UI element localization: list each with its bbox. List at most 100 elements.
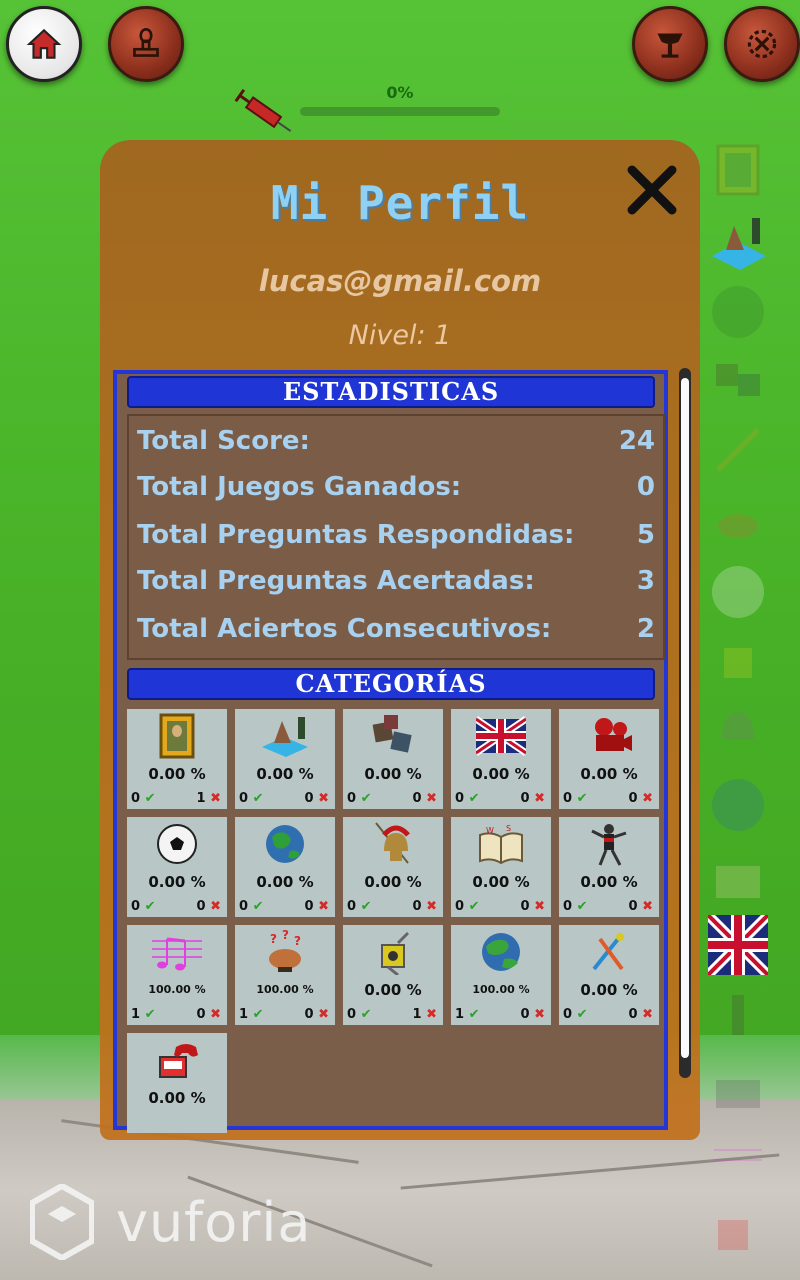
check-icon: ✔ <box>360 899 372 914</box>
category-cell[interactable]: 0.00 % <box>127 1033 227 1133</box>
svg-text:W: W <box>486 826 494 835</box>
side-book-icon[interactable] <box>708 850 768 910</box>
category-cell[interactable]: 0.00 % 0 ✔ 1 ✖ <box>343 925 443 1025</box>
stat-questions-answered: Total Preguntas Respondidas: 5 <box>137 520 655 550</box>
category-wrong-count: 1 ✖ <box>412 1007 437 1022</box>
side-dancer-icon[interactable] <box>708 985 768 1045</box>
check-icon: ✔ <box>144 899 156 914</box>
scrollbar[interactable] <box>679 368 691 1078</box>
side-painting-icon[interactable] <box>708 140 768 200</box>
user-email: lucas@gmail.com <box>258 264 542 298</box>
stamp-button[interactable] <box>108 6 184 82</box>
category-wrong-count: 0 ✖ <box>628 899 653 914</box>
category-correct-count: 1 ✔ <box>131 1007 156 1022</box>
category-cell[interactable]: 0.00 % 0 ✔ 0 ✖ <box>343 817 443 917</box>
profile-content[interactable]: ESTADISTICAS Total Score: 24 Total Juegos… <box>113 370 668 1133</box>
gear-tools-icon <box>747 29 777 59</box>
stat-questions-correct: Total Preguntas Acertadas: 3 <box>137 566 655 596</box>
category-wrong-count: 0 ✖ <box>304 899 329 914</box>
check-icon: ✔ <box>468 791 480 806</box>
home-button[interactable] <box>6 6 82 82</box>
category-wrong-count: 0 ✖ <box>412 899 437 914</box>
categories-header: CATEGORÍAS <box>127 668 655 700</box>
side-helmet-icon[interactable] <box>708 700 768 760</box>
settings-button[interactable] <box>724 6 800 82</box>
stamp-icon <box>133 27 159 57</box>
house-icon <box>26 28 62 59</box>
category-cell[interactable]: 0.00 % 0 ✔ 0 ✖ <box>343 709 443 809</box>
trophy-button[interactable] <box>632 6 708 82</box>
earth-icon <box>266 825 304 863</box>
category-cell[interactable]: 100.00 % 1 ✔ 0 ✖ <box>451 925 551 1025</box>
category-cell[interactable]: 0.00 % 0 ✔ 0 ✖ <box>559 817 659 917</box>
side-cubes-icon[interactable] <box>708 350 768 410</box>
side-cinema-icon[interactable] <box>708 1060 768 1120</box>
music-notes-icon <box>152 937 202 971</box>
check-icon: ✔ <box>252 1007 264 1022</box>
category-percentage: 0.00 % <box>148 873 206 891</box>
check-icon: ✔ <box>576 791 588 806</box>
category-cell[interactable]: 0.00 % 0 ✔ 0 ✖ <box>559 925 659 1025</box>
category-percentage: 0.00 % <box>472 765 530 783</box>
category-percentage: 0.00 % <box>472 873 530 891</box>
category-cell[interactable]: 0.00 % 0 ✔ 1 ✖ <box>127 709 227 809</box>
chemistry-icon <box>381 931 410 975</box>
category-percentage: 0.00 % <box>364 765 422 783</box>
stats-box: Total Score: 24 Total Juegos Ganados: 0 To… <box>127 414 665 660</box>
cross-icon: ✖ <box>426 1007 437 1022</box>
cross-icon: ✖ <box>642 1007 653 1022</box>
category-cell[interactable]: W S 0.00 % 0 ✔ 0 ✖ <box>451 817 551 917</box>
side-chemistry-icon[interactable] <box>708 632 768 692</box>
cross-icon: ✖ <box>426 899 437 914</box>
category-wrong-count: 0 ✖ <box>520 899 545 914</box>
scroll-thumb[interactable] <box>681 378 689 1058</box>
category-wrong-count: 0 ✖ <box>196 899 221 914</box>
island-icon <box>262 717 308 757</box>
category-correct-count: 1 ✔ <box>455 1007 480 1022</box>
open-book-icon: WS <box>479 824 523 865</box>
side-globe-icon[interactable] <box>708 775 768 835</box>
side-uk-flag-icon[interactable] <box>704 911 772 979</box>
category-correct-count: 0 ✔ <box>347 899 372 914</box>
category-percentage: 100.00 % <box>256 983 314 996</box>
close-button[interactable] <box>624 162 680 218</box>
category-correct-count: 1 ✔ <box>239 1007 264 1022</box>
cross-icon: ✖ <box>210 899 221 914</box>
cross-icon: ✖ <box>318 791 329 806</box>
side-tools-icon[interactable] <box>708 420 768 480</box>
svg-text:?: ? <box>282 929 289 942</box>
dancer-icon <box>591 824 627 866</box>
category-correct-count: 0 ✔ <box>455 791 480 806</box>
side-soccer-icon[interactable] <box>708 562 768 622</box>
category-cell[interactable]: 0.00 % 0 ✔ 0 ✖ <box>235 817 335 917</box>
vuforia-text: vuforia <box>116 1190 312 1254</box>
category-correct-count: 0 ✔ <box>563 899 588 914</box>
category-percentage: 100.00 % <box>472 983 530 996</box>
side-island-icon[interactable] <box>708 212 768 272</box>
side-music-icon[interactable] <box>708 1130 768 1190</box>
cross-icon: ✖ <box>534 1007 545 1022</box>
side-earth-icon[interactable] <box>708 282 768 342</box>
category-cell[interactable]: ??? 100.00 % 1 ✔ 0 ✖ <box>235 925 335 1025</box>
user-level: Nivel: 1 <box>348 320 452 351</box>
svg-text:S: S <box>506 824 511 833</box>
category-percentage: 0.00 % <box>580 981 638 999</box>
check-icon: ✔ <box>144 1007 156 1022</box>
cross-icon: ✖ <box>210 1007 221 1022</box>
stat-total-score: Total Score: 24 <box>137 426 655 456</box>
category-percentage: 0.00 % <box>364 981 422 999</box>
category-cell[interactable]: 0.00 % 0 ✔ 0 ✖ <box>451 709 551 809</box>
check-icon: ✔ <box>576 899 588 914</box>
category-cell[interactable]: 100.00 % 1 ✔ 0 ✖ <box>127 925 227 1025</box>
category-cell[interactable]: 0.00 % 0 ✔ 0 ✖ <box>235 709 335 809</box>
close-icon <box>627 165 677 215</box>
category-percentage: 0.00 % <box>148 1089 206 1107</box>
page-title: Mi Perfil <box>270 176 530 230</box>
category-cell[interactable]: 0.00 % 0 ✔ 0 ✖ <box>559 709 659 809</box>
side-brain-icon[interactable] <box>708 490 768 550</box>
stat-games-won: Total Juegos Ganados: 0 <box>137 472 655 502</box>
category-cell[interactable]: 0.00 % 0 ✔ 0 ✖ <box>127 817 227 917</box>
vuforia-logo: vuforia <box>30 1184 312 1260</box>
side-videogame-icon[interactable] <box>708 1200 768 1260</box>
cubes-icon <box>372 715 412 753</box>
